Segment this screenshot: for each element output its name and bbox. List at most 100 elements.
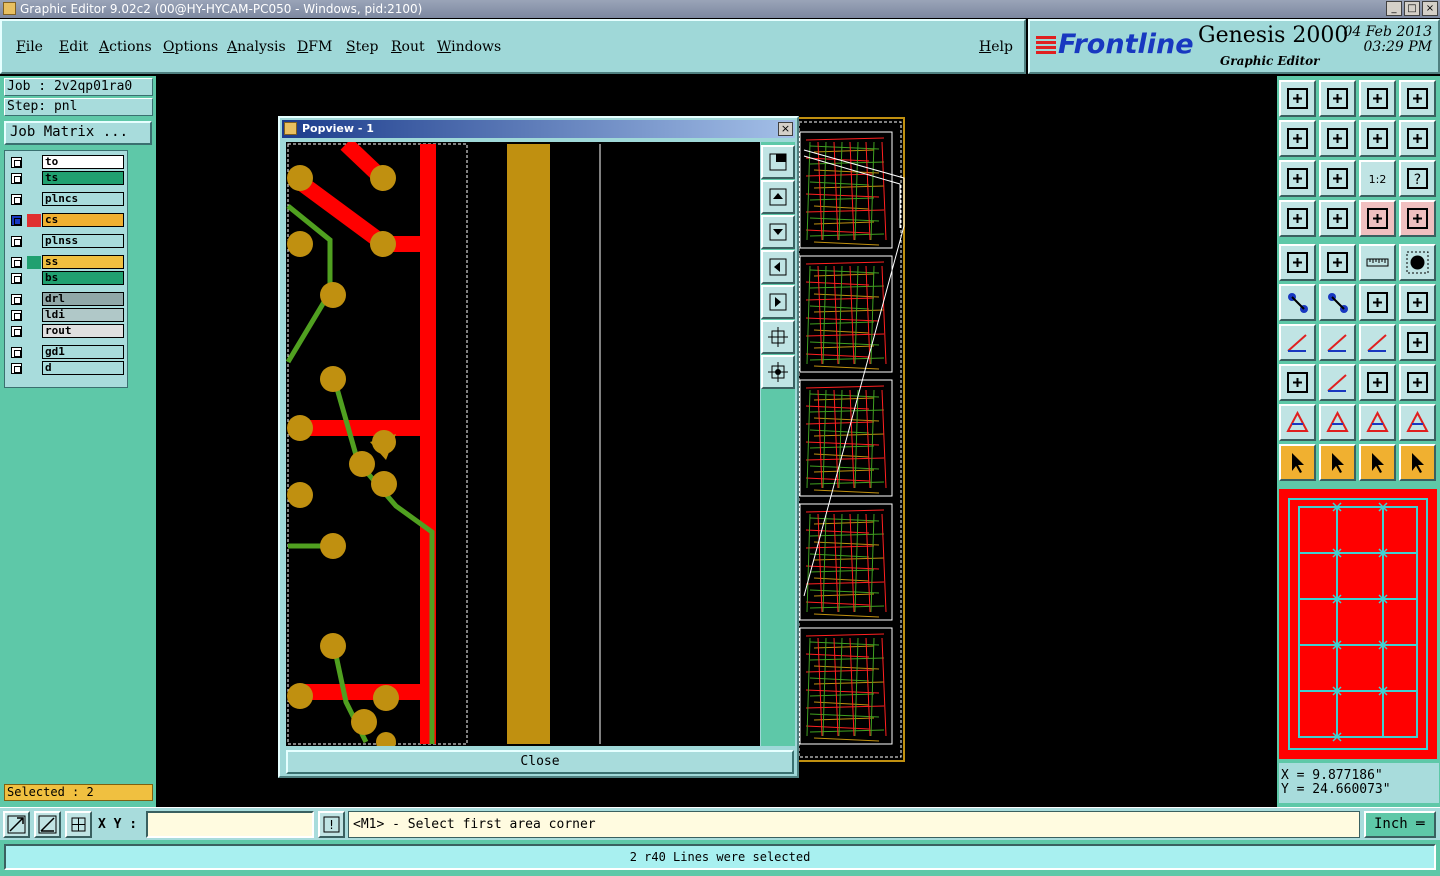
layer-checkbox[interactable] (11, 157, 22, 168)
menu-step[interactable]: Step (346, 39, 378, 55)
tool-button[interactable] (1279, 324, 1316, 361)
tool-button[interactable] (1399, 284, 1436, 321)
tool-button[interactable] (1319, 404, 1356, 441)
tool-button[interactable] (1399, 324, 1436, 361)
tool-button[interactable] (1359, 324, 1396, 361)
snap-angle-button[interactable] (34, 811, 61, 838)
layer-checkbox[interactable] (11, 294, 22, 305)
layer-row-drl[interactable]: drl (7, 292, 125, 306)
popview-tool-button[interactable] (761, 145, 795, 179)
layer-name[interactable]: bs (42, 271, 124, 285)
layer-row-bs[interactable]: bs (7, 271, 125, 285)
tool-button[interactable] (1319, 160, 1356, 197)
tool-button[interactable] (1359, 444, 1396, 481)
tool-button[interactable] (1359, 404, 1396, 441)
tool-button[interactable] (1319, 200, 1356, 237)
menu-rout[interactable]: Rout (391, 39, 425, 55)
tool-button[interactable] (1399, 244, 1436, 281)
layer-row-gd1[interactable]: gd1 (7, 345, 125, 359)
close-window-button[interactable]: × (1422, 1, 1438, 16)
popview-window[interactable]: Popview - 1 × Close (278, 116, 799, 778)
layer-row-ts[interactable]: ts (7, 171, 125, 185)
tool-button[interactable] (1359, 244, 1396, 281)
layer-name[interactable]: plnss (42, 234, 124, 248)
tool-button[interactable] (1279, 244, 1316, 281)
layer-name[interactable]: ss (42, 255, 124, 269)
panel-overview-map[interactable] (1279, 489, 1437, 759)
menu-file[interactable]: File (16, 39, 43, 55)
layer-name[interactable]: cs (42, 213, 124, 227)
tool-button[interactable] (1319, 324, 1356, 361)
unit-selector[interactable]: Inch ═ (1364, 811, 1436, 838)
layer-checkbox[interactable] (11, 215, 22, 226)
popview-close-icon[interactable]: × (778, 122, 793, 136)
tool-button[interactable] (1319, 80, 1356, 117)
layer-checkbox[interactable] (11, 310, 22, 321)
tool-button[interactable] (1399, 404, 1436, 441)
layer-row-rout[interactable]: rout (7, 324, 125, 338)
tool-button[interactable] (1359, 364, 1396, 401)
layer-row-d[interactable]: d (7, 361, 125, 375)
layer-row-ldi[interactable]: ldi (7, 308, 125, 322)
layer-name[interactable]: ldi (42, 308, 124, 322)
tool-button[interactable] (1359, 80, 1396, 117)
tool-button[interactable] (1279, 200, 1316, 237)
popview-tool-button[interactable] (761, 250, 795, 284)
layer-checkbox[interactable] (11, 363, 22, 374)
tool-button[interactable] (1359, 200, 1396, 237)
layer-name[interactable]: gd1 (42, 345, 124, 359)
minimize-button[interactable]: _ (1386, 1, 1402, 16)
layer-row-ss[interactable]: ss (7, 255, 125, 269)
menu-help[interactable]: Help (979, 39, 1013, 55)
layer-checkbox[interactable] (11, 257, 22, 268)
layer-name[interactable]: rout (42, 324, 124, 338)
tool-button[interactable] (1319, 444, 1356, 481)
menu-options[interactable]: Options (163, 39, 218, 55)
tool-button[interactable] (1279, 160, 1316, 197)
tool-button[interactable] (1319, 284, 1356, 321)
popview-tool-button[interactable] (761, 215, 795, 249)
tool-button[interactable]: 1:2 (1359, 160, 1396, 197)
snap-center-button[interactable] (65, 811, 92, 838)
info-button[interactable]: ! (318, 811, 345, 838)
popview-close-button[interactable]: Close (286, 750, 794, 774)
layer-checkbox[interactable] (11, 347, 22, 358)
layer-checkbox[interactable] (11, 273, 22, 284)
tool-button[interactable] (1399, 444, 1436, 481)
layer-checkbox[interactable] (11, 173, 22, 184)
menu-windows[interactable]: Windows (437, 39, 501, 55)
tool-button[interactable] (1319, 244, 1356, 281)
tool-button[interactable] (1279, 120, 1316, 157)
popview-tool-button[interactable] (761, 180, 795, 214)
layer-row-cs[interactable]: cs (7, 213, 125, 227)
layer-row-plncs[interactable]: plncs (7, 192, 125, 206)
tool-button[interactable] (1279, 80, 1316, 117)
layer-row-to[interactable]: to (7, 155, 125, 169)
layer-name[interactable]: to (42, 155, 124, 169)
menu-dfm[interactable]: DFM (297, 39, 332, 55)
popview-tool-button[interactable] (761, 355, 795, 389)
tool-button[interactable] (1279, 404, 1316, 441)
menu-actions[interactable]: Actions (99, 39, 152, 55)
menu-edit[interactable]: Edit (59, 39, 88, 55)
tool-button[interactable]: ? (1399, 160, 1436, 197)
popview-canvas[interactable] (286, 142, 760, 746)
maximize-button[interactable]: □ (1404, 1, 1420, 16)
tool-button[interactable] (1399, 120, 1436, 157)
layer-checkbox[interactable] (11, 326, 22, 337)
tool-button[interactable] (1399, 80, 1436, 117)
layer-name[interactable]: d (42, 361, 124, 375)
tool-button[interactable] (1319, 364, 1356, 401)
layer-checkbox[interactable] (11, 194, 22, 205)
layer-row-plnss[interactable]: plnss (7, 234, 125, 248)
tool-button[interactable] (1279, 364, 1316, 401)
snap-grid-button[interactable] (3, 811, 30, 838)
layer-name[interactable]: plncs (42, 192, 124, 206)
layer-name[interactable]: ts (42, 171, 124, 185)
xy-input[interactable] (146, 811, 314, 838)
popview-title-bar[interactable]: Popview - 1 (282, 120, 795, 138)
popview-tool-button[interactable] (761, 320, 795, 354)
tool-button[interactable] (1399, 200, 1436, 237)
layer-checkbox[interactable] (11, 236, 22, 247)
tool-button[interactable] (1279, 444, 1316, 481)
